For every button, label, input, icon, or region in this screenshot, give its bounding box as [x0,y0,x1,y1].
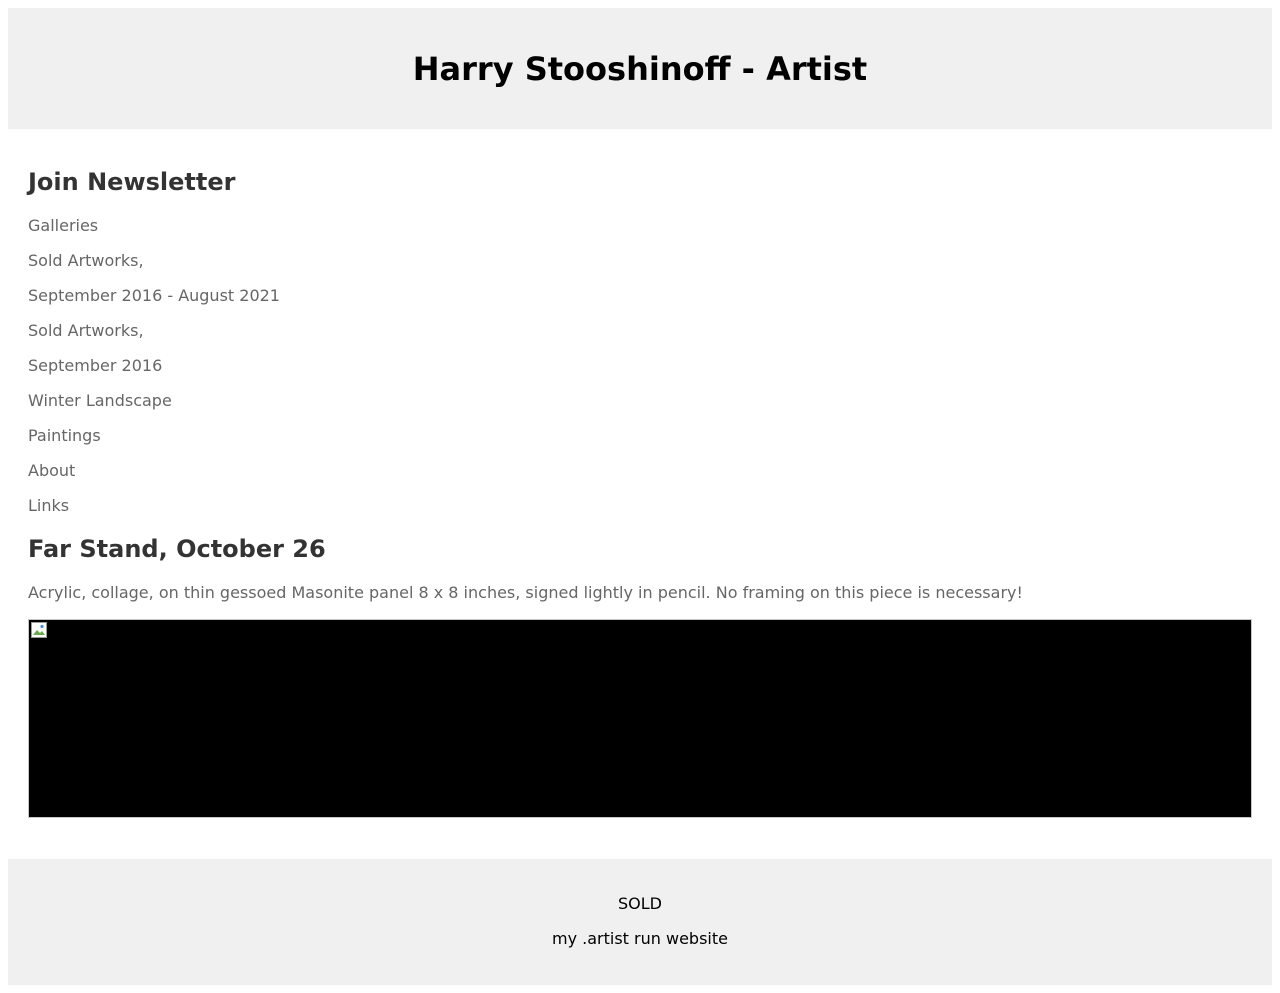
artwork-description: Acrylic, collage, on thin gessoed Masoni… [28,583,1023,602]
artwork-title: Far Stand, October 26 [28,535,326,563]
site-nav: Galleries Sold Artworks, September 2016 … [28,214,280,529]
site-header: Harry Stooshinoff - Artist [8,8,1272,129]
join-newsletter-link[interactable]: Join Newsletter [28,167,235,197]
broken-image-icon [31,622,47,638]
site-title[interactable]: Harry Stooshinoff - Artist [413,53,867,85]
nav-item-paintings[interactable]: Paintings [28,424,280,459]
nav-item-links[interactable]: Links [28,494,280,529]
site-footer: SOLD my .artist run website [8,859,1272,985]
sold-status: SOLD [618,894,662,913]
artwork-image[interactable] [28,619,1252,818]
nav-item-winter-landscape[interactable]: Winter Landscape [28,389,280,424]
page: Harry Stooshinoff - Artist Join Newslett… [0,0,1280,993]
nav-item-sold-artworks-2016-date[interactable]: September 2016 [28,354,280,389]
artist-website-link[interactable]: my .artist run website [8,927,1272,951]
nav-item-sold-artworks-2016[interactable]: Sold Artworks, [28,319,280,354]
nav-item-sold-artworks-2016-2021[interactable]: Sold Artworks, [28,249,280,284]
nav-item-sold-artworks-2016-2021-dates[interactable]: September 2016 - August 2021 [28,284,280,319]
nav-item-galleries[interactable]: Galleries [28,214,280,249]
nav-item-about[interactable]: About [28,459,280,494]
